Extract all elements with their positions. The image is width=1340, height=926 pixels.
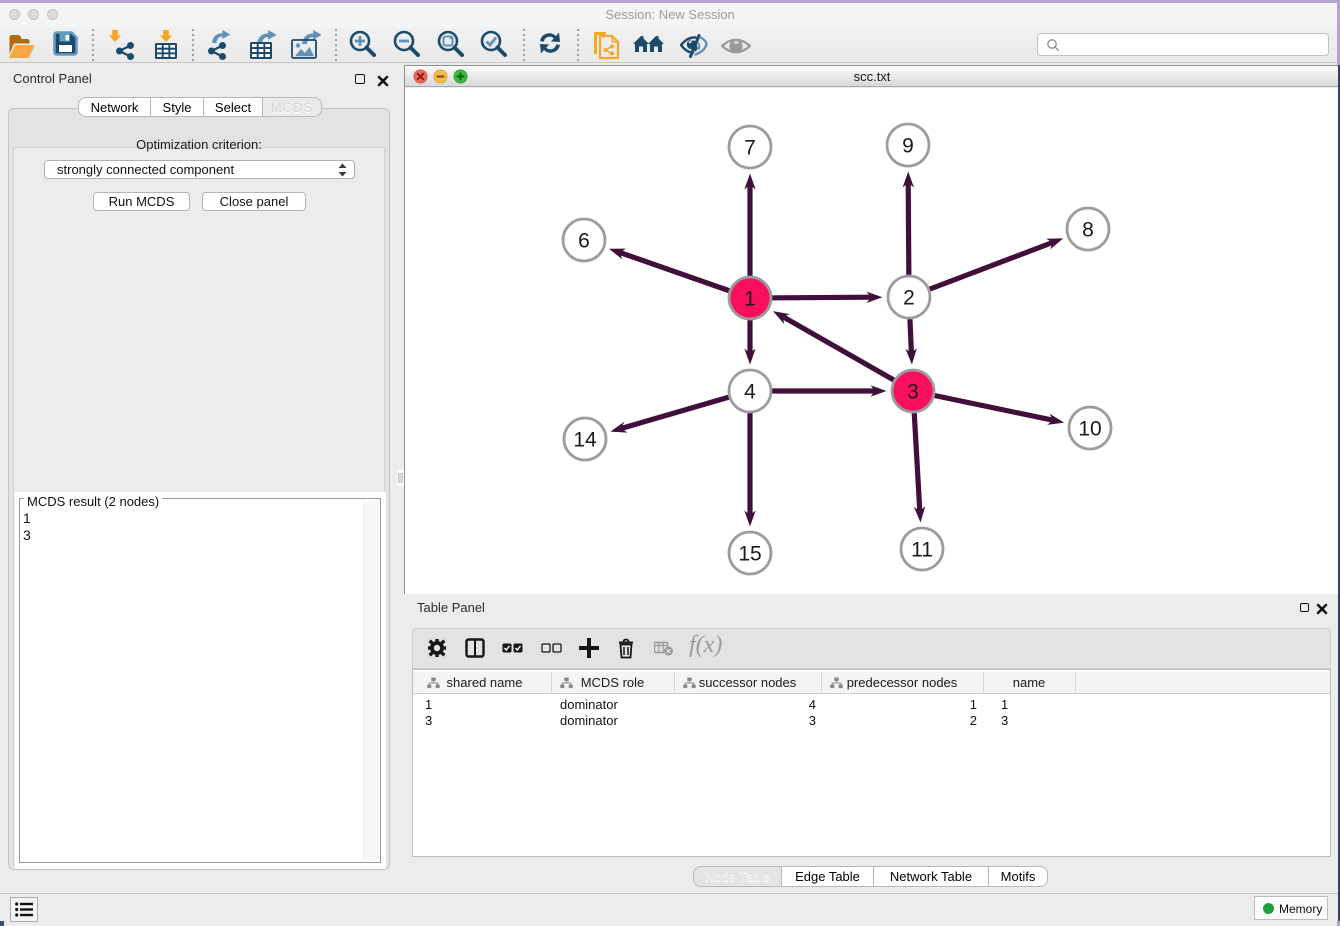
- svg-text:15: 15: [738, 543, 761, 566]
- svg-text:4: 4: [744, 381, 756, 404]
- svg-text:8: 8: [1082, 219, 1094, 242]
- svg-text:1: 1: [744, 288, 756, 311]
- svg-text:7: 7: [744, 137, 756, 160]
- svg-text:14: 14: [573, 429, 597, 452]
- svg-text:2: 2: [903, 287, 915, 310]
- svg-text:10: 10: [1078, 418, 1101, 441]
- svg-text:3: 3: [907, 381, 919, 404]
- svg-text:9: 9: [902, 135, 914, 158]
- svg-text:11: 11: [911, 539, 933, 562]
- svg-text:6: 6: [578, 230, 590, 253]
